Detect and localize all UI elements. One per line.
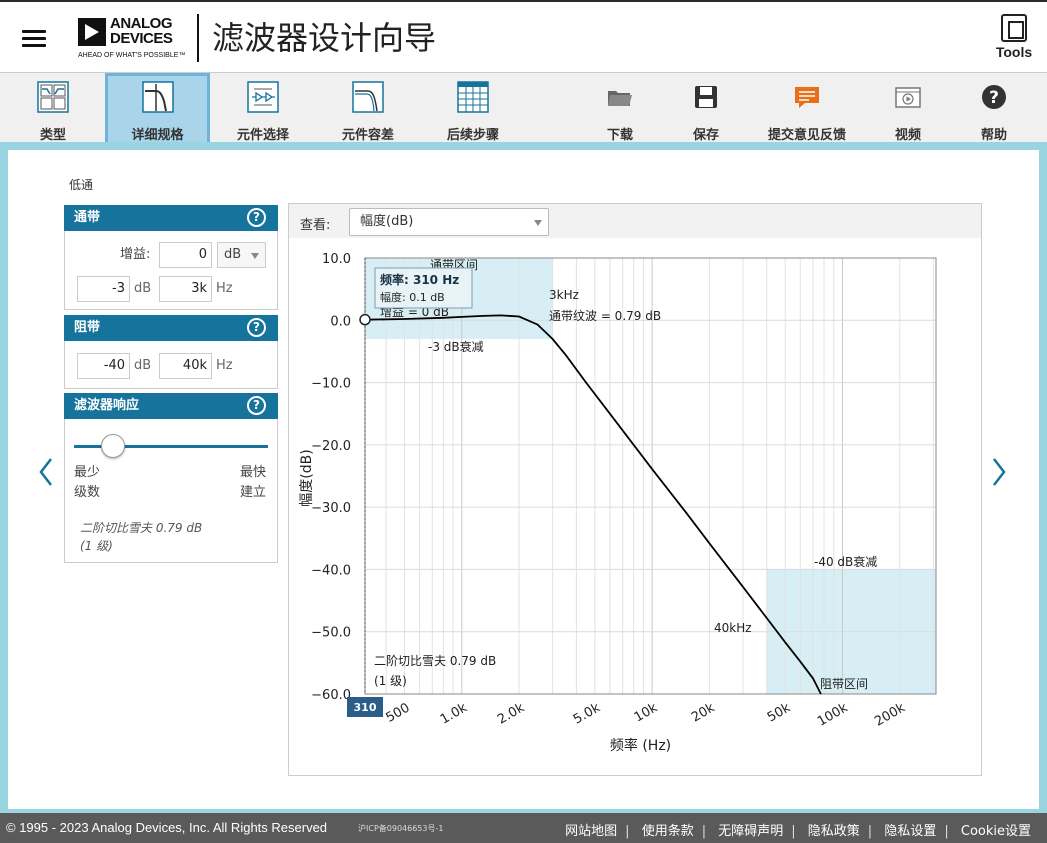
logo-line1: ANALOG [110,15,173,32]
view-select[interactable]: 幅度(dB) [349,208,549,236]
video-icon [895,87,921,108]
logo-tagline: AHEAD OF WHAT'S POSSIBLE™ [78,52,186,59]
slider-min-label-1: 最少 [74,465,101,480]
tab-component-tolerance[interactable]: 元件容差 [333,73,403,143]
footer-sep: | [625,824,630,839]
gain-input[interactable]: 0 [159,242,212,268]
slider-min-label-2: 级数 [74,485,101,500]
slider-max-label-1: 最快 [240,465,267,480]
gain-label: 增益: [120,247,151,262]
footer-link-privacy-settings[interactable]: 隐私设置 [884,824,936,839]
footer-link-privacy[interactable]: 隐私政策 [808,824,860,839]
app-title: 滤波器设计向导 [212,19,437,57]
tab-component-selection[interactable]: 元件选择 [228,73,298,143]
app-header: ANALOG DEVICES AHEAD OF WHAT'S POSSIBLE™… [0,0,1047,72]
specifications-icon [141,81,174,113]
folder-icon [608,91,632,106]
response-slider-thumb[interactable] [100,434,125,458]
tab-label: 元件容差 [341,128,394,143]
tab-label: 元件选择 [236,128,289,143]
stopband-header: 阻带 ? [64,315,278,341]
svg-text:?: ? [989,88,999,108]
stopband-help-icon[interactable]: ? [247,318,266,337]
help-icon: ? [982,85,1006,109]
tools-button[interactable]: Tools [990,14,1038,60]
stopband-freq-input[interactable]: 40k [159,353,212,379]
tab-label: 视频 [894,128,921,143]
logo-triangle-icon [78,18,106,46]
tools-icon [1001,14,1027,42]
filter-type-icon [37,81,69,113]
logo-line2: DEVICES [110,30,173,47]
tab-label: 提交意见反馈 [767,128,846,143]
response-title: 滤波器响应 [74,398,140,413]
response-header: 滤波器响应 ? [64,393,278,419]
help-button[interactable]: ? 帮助 [964,73,1024,143]
save-button[interactable]: 保存 [676,73,736,143]
video-button[interactable]: 视频 [878,73,938,143]
passband-header: 通带 ? [64,205,278,231]
previous-arrow-icon[interactable] [38,456,54,488]
passband-atten-input[interactable]: -3 [77,276,130,302]
chart-toolbar: 查看: 幅度(dB) [289,204,981,238]
toolbar: 类型 详细规格 元件选择 元件容差 后续步骤 下载 保存 提交意见反馈 视频 ?… [0,72,1047,143]
footer-sep: | [867,824,873,839]
feedback-icon [795,87,819,108]
tools-label: Tools [995,44,1033,60]
analog-devices-logo[interactable]: ANALOG DEVICES AHEAD OF WHAT'S POSSIBLE™ [78,16,198,62]
stopband-freq-unit: Hz [216,358,233,373]
tab-specifications[interactable]: 详细规格 [105,73,210,143]
tab-label: 类型 [39,128,66,143]
header-divider [197,14,199,62]
icp-text: 沪ICP备09046653号-1 [358,824,444,833]
tab-label: 详细规格 [131,128,184,143]
stopband-atten-unit: dB [134,358,152,373]
component-selection-icon [247,81,279,113]
tab-label: 下载 [606,128,633,143]
feedback-button[interactable]: 提交意见反馈 [758,73,856,143]
filter-type-label: 低通 [69,178,94,192]
footer-sep: | [701,824,707,839]
stopband-title: 阻带 [74,320,101,335]
component-tolerance-icon [352,81,384,113]
view-label: 查看: [300,218,331,233]
footer-sep: | [791,824,796,839]
slider-max-label-2: 建立 [240,485,267,500]
footer-link-accessibility[interactable]: 无障碍声明 [718,824,783,839]
stopband-atten-input[interactable]: -40 [77,353,130,379]
save-icon [695,86,717,108]
passband-freq-input[interactable]: 3k [159,276,212,302]
footer: © 1995 - 2023 Analog Devices, Inc. All R… [0,813,1047,843]
view-select-value: 幅度(dB) [360,214,414,229]
download-button[interactable]: 下载 [590,73,650,143]
footer-links: 网站地图 | 使用条款 | 无障碍声明 | 隐私政策 | 隐私设置 | Cookie设置 [565,820,1031,839]
filter-summary: 二阶切比雪夫 0.79 dB [80,521,203,535]
passband-help-icon[interactable]: ? [247,208,266,227]
passband-freq-unit: Hz [216,281,233,296]
chart-panel: 查看: 幅度(dB) [288,203,982,776]
chevron-down-icon [534,220,542,226]
copyright-text: © 1995 - 2023 Analog Devices, Inc. All R… [6,820,328,835]
passband-title: 通带 [74,210,101,225]
next-steps-icon [457,81,489,113]
next-arrow-icon[interactable] [991,456,1007,488]
tab-label: 保存 [692,128,719,143]
gain-unit-select[interactable]: dB [217,242,266,268]
menu-icon[interactable] [22,30,46,48]
tab-label: 后续步骤 [446,128,499,143]
response-help-icon[interactable]: ? [247,396,266,415]
passband-atten-unit: dB [134,281,152,296]
footer-link-terms[interactable]: 使用条款 [642,824,694,839]
footer-link-sitemap[interactable]: 网站地图 [565,824,617,839]
footer-sep: | [944,824,949,839]
chevron-down-icon [251,253,259,259]
filter-stages: (1 级) [80,539,113,553]
footer-link-cookie-settings[interactable]: Cookie设置 [961,824,1031,839]
tab-label: 帮助 [980,128,1007,143]
gain-unit-value: dB [224,247,242,262]
tab-filter-type[interactable]: 类型 [18,73,88,143]
tab-next-steps[interactable]: 后续步骤 [437,73,509,143]
